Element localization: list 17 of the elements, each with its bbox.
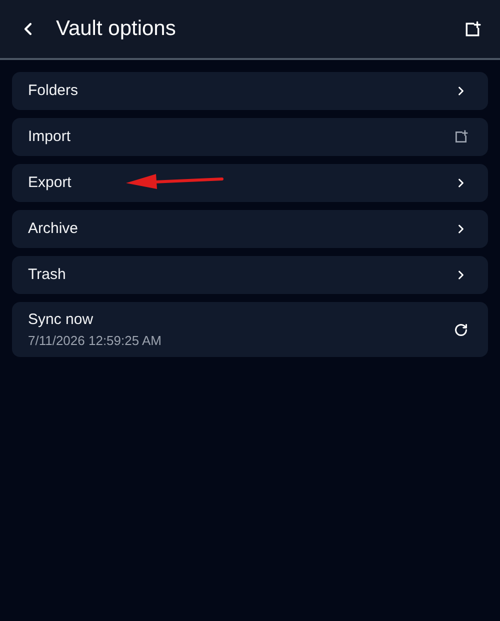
page-title: Vault options <box>56 16 176 42</box>
menu-item[interactable]: Sync now 7/11/2026 12:59:25 AM <box>12 302 488 357</box>
menu-item[interactable]: Folders <box>12 72 488 110</box>
refresh-icon <box>454 322 468 336</box>
menu-item[interactable]: Archive <box>12 210 488 248</box>
import-icon <box>454 130 468 144</box>
item-label: Import <box>28 126 71 147</box>
add-icon <box>464 20 480 38</box>
last-sync-time: 7/11/2026 12:59:25 AM <box>28 332 162 350</box>
item-label: Trash <box>28 264 66 285</box>
item-label: Archive <box>28 218 78 239</box>
item-label: Folders <box>28 80 78 101</box>
menu-item[interactable]: Trash <box>12 256 488 294</box>
item-label: Sync now <box>28 310 94 330</box>
menu-item[interactable]: Import <box>12 118 488 156</box>
menu-item[interactable]: Export <box>12 164 488 202</box>
item-label: Export <box>28 172 72 193</box>
